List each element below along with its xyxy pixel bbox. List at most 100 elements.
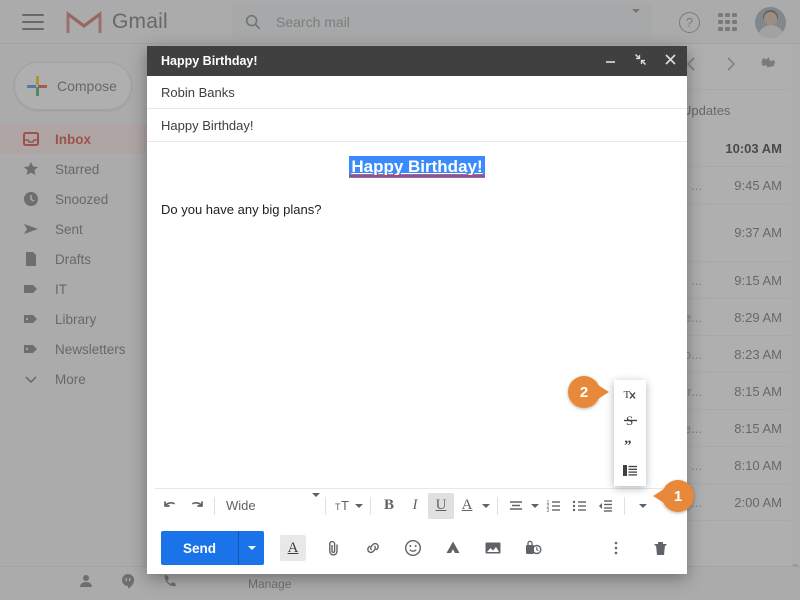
hamburger-icon[interactable]: [22, 13, 44, 30]
sidebar-item-snoozed[interactable]: Snoozed: [0, 184, 152, 214]
undo-icon[interactable]: [157, 493, 183, 519]
text-color-button[interactable]: A: [454, 493, 480, 519]
send-options-button[interactable]: [238, 531, 265, 565]
chevron-right-icon[interactable]: [722, 56, 738, 77]
mail-time: 9:15 AM: [734, 272, 782, 288]
apps-grid-icon[interactable]: [718, 12, 737, 32]
sidebar-item-newsletters[interactable]: Newsletters: [0, 334, 152, 364]
star-icon: [22, 161, 39, 178]
sidebar-item-label: Snoozed: [55, 191, 109, 207]
numbered-list-icon[interactable]: 123: [541, 493, 567, 519]
search-input[interactable]: Search mail: [276, 14, 350, 30]
emoji-icon[interactable]: [400, 535, 426, 561]
align-icon[interactable]: [503, 493, 529, 519]
label-icon: [22, 281, 39, 298]
headline-text: Happy Birthday!: [351, 157, 483, 176]
chevron-down-icon: [22, 371, 39, 388]
svg-text:3: 3: [547, 508, 550, 514]
font-size-caret-icon[interactable]: [353, 493, 365, 519]
close-icon[interactable]: [664, 53, 677, 69]
sidebar-item-library[interactable]: Library: [0, 304, 152, 334]
sidebar-item-label: More: [55, 371, 86, 387]
sidebar-item-inbox[interactable]: Inbox: [0, 124, 152, 154]
send-button[interactable]: Send: [161, 531, 239, 565]
mail-snippet: e...: [683, 420, 702, 436]
hangouts-icon[interactable]: [120, 573, 136, 594]
sidebar-item-more[interactable]: More: [0, 364, 152, 394]
recipient-field[interactable]: Robin Banks: [147, 76, 687, 109]
google-drive-icon[interactable]: [440, 535, 466, 561]
mail-snippet: o...: [683, 346, 702, 362]
selected-headline-text[interactable]: Happy Birthday!: [349, 156, 485, 178]
sidebar-item-label: Starred: [55, 161, 100, 177]
quote-icon[interactable]: ”: [614, 433, 646, 458]
compose-button[interactable]: Compose: [14, 62, 132, 110]
link-icon[interactable]: [360, 535, 386, 561]
align-caret-icon[interactable]: [529, 493, 541, 519]
strikethrough-icon[interactable]: S: [614, 408, 646, 433]
send-icon: [22, 221, 39, 238]
top-right-actions: ?: [679, 0, 786, 44]
indent-less-icon[interactable]: [614, 458, 646, 483]
mail-snippet: ...: [691, 494, 702, 510]
sidebar-item-drafts[interactable]: Drafts: [0, 244, 152, 274]
tab-updates[interactable]: Updates: [682, 103, 730, 118]
person-icon[interactable]: [78, 573, 94, 594]
inbox-icon: [22, 131, 39, 148]
underline-button[interactable]: U: [428, 492, 454, 519]
exit-fullscreen-icon[interactable]: [634, 53, 647, 69]
sidebar-nav: Inbox Starred Snoozed Sent Drafts IT Lib…: [0, 124, 152, 394]
avatar[interactable]: [755, 6, 786, 38]
mail-snippet: r...: [687, 383, 702, 399]
send-bar: Send A: [147, 522, 687, 574]
search-options-icon[interactable]: [632, 9, 640, 31]
insert-image-icon[interactable]: [480, 535, 506, 561]
mail-time: 9:45 AM: [734, 177, 782, 193]
mail-snippet: e...: [683, 309, 702, 325]
bulleted-list-icon[interactable]: [567, 493, 593, 519]
sidebar-item-label: IT: [55, 281, 67, 297]
trash-icon[interactable]: [647, 535, 673, 561]
bold-button[interactable]: B: [376, 493, 402, 519]
more-vertical-icon[interactable]: [603, 535, 629, 561]
italic-button[interactable]: I: [402, 493, 428, 519]
toolbar-divider: [370, 496, 371, 515]
sidebar-item-it[interactable]: IT: [0, 274, 152, 304]
manage-label[interactable]: Manage: [248, 577, 291, 591]
font-size-icon[interactable]: TT: [331, 493, 353, 519]
scrollbar[interactable]: [791, 44, 800, 600]
mail-time: 9:37 AM: [734, 225, 782, 240]
compose-header[interactable]: Happy Birthday!: [147, 46, 687, 76]
top-bar: Gmail Search mail ?: [0, 0, 800, 44]
minimize-icon[interactable]: [604, 53, 617, 69]
mail-time: 2:00 AM: [734, 494, 782, 510]
compose-title: Happy Birthday!: [161, 54, 258, 68]
indent-icon[interactable]: [593, 493, 619, 519]
sidebar-item-label: Inbox: [55, 131, 91, 147]
label-icon: [22, 311, 39, 328]
sidebar-item-starred[interactable]: Starred: [0, 154, 152, 184]
clock-icon: [22, 191, 39, 208]
svg-text:”: ”: [624, 438, 632, 454]
text-format-icon[interactable]: A: [280, 535, 307, 561]
attachment-icon[interactable]: [320, 535, 346, 561]
bottom-bar-icons: [78, 573, 178, 594]
mail-snippet: ...: [691, 177, 702, 193]
redo-icon[interactable]: [183, 493, 209, 519]
help-icon[interactable]: ?: [679, 11, 700, 33]
remove-formatting-icon[interactable]: T: [614, 383, 646, 408]
plus-icon: [27, 76, 47, 96]
compose-button-label: Compose: [57, 78, 117, 94]
gear-icon[interactable]: [760, 55, 778, 78]
font-family-select[interactable]: Wide: [220, 492, 320, 515]
search-bar[interactable]: Search mail: [232, 4, 652, 40]
sidebar-item-sent[interactable]: Sent: [0, 214, 152, 244]
confidential-mode-icon[interactable]: [520, 535, 546, 561]
callout-badge-1: 1: [653, 480, 694, 512]
phone-icon[interactable]: [162, 573, 178, 594]
callout-badge-2: 2: [568, 376, 609, 408]
subject-field[interactable]: Happy Birthday!: [147, 109, 687, 142]
gmail-m-icon: [66, 10, 102, 33]
message-body[interactable]: Happy Birthday! Do you have any big plan…: [147, 142, 687, 488]
text-color-caret-icon[interactable]: [480, 493, 492, 519]
